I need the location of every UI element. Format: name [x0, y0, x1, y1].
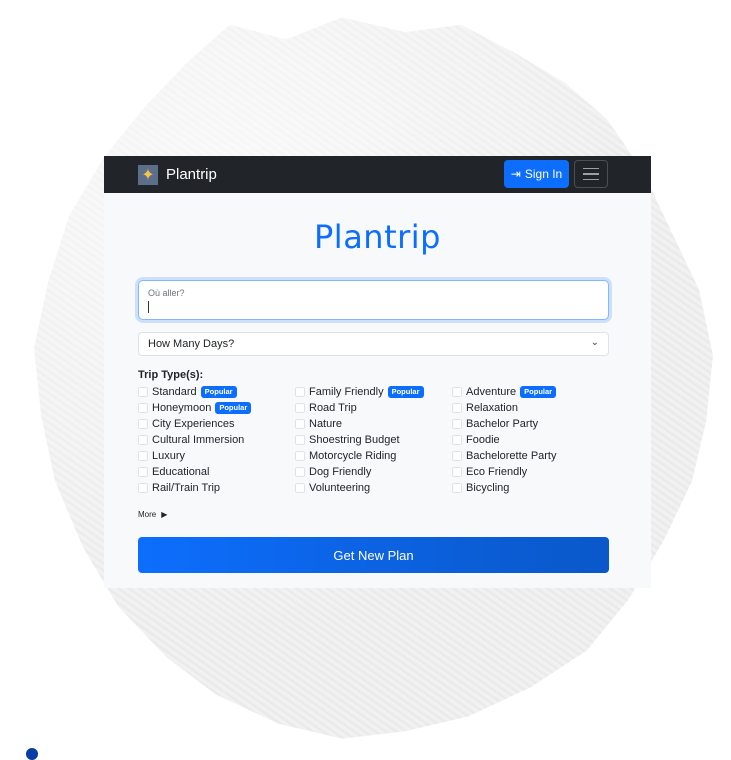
navbar: ✦ Plantrip ⇥ Sign In: [104, 156, 651, 193]
trip-type-checkbox[interactable]: [452, 387, 462, 397]
popular-badge: Popular: [387, 386, 424, 398]
trip-type-checkbox[interactable]: [138, 467, 148, 477]
popular-badge: Popular: [520, 386, 557, 398]
popular-badge: Popular: [200, 386, 237, 398]
trip-type-label: Rail/Train Trip: [152, 482, 221, 494]
trip-type-option[interactable]: City Experiences: [138, 416, 295, 432]
trip-type-option[interactable]: Motorcycle Riding: [295, 448, 452, 464]
get-new-plan-button[interactable]: Get New Plan: [138, 537, 609, 573]
trip-type-option[interactable]: Bachelorette Party: [452, 448, 609, 464]
sign-in-button[interactable]: ⇥ Sign In: [504, 160, 569, 188]
trip-type-label: Educational: [152, 466, 210, 478]
trip-type-label: Honeymoon: [152, 402, 212, 414]
trip-type-label: Volunteering: [309, 482, 371, 494]
trip-type-option[interactable]: Educational: [138, 464, 295, 480]
trip-type-option[interactable]: Bicycling: [452, 480, 609, 496]
trip-type-checkbox[interactable]: [452, 403, 462, 413]
days-select-value: How Many Days?: [148, 338, 235, 350]
trip-types-list: Standard Popular Family Friendly Popular Adv…: [138, 384, 609, 496]
triangle-right-icon: ▶: [161, 510, 168, 519]
trip-type-checkbox[interactable]: [295, 403, 305, 413]
trip-type-label: Bachelorette Party: [466, 450, 557, 462]
trip-type-checkbox[interactable]: [138, 419, 148, 429]
trip-type-checkbox[interactable]: [452, 483, 462, 493]
trip-type-option[interactable]: Cultural Immersion: [138, 432, 295, 448]
trip-type-checkbox[interactable]: [295, 419, 305, 429]
trip-type-checkbox[interactable]: [452, 419, 462, 429]
destination-input[interactable]: Où aller?: [138, 280, 609, 320]
trip-type-option[interactable]: Volunteering: [295, 480, 452, 496]
hamburger-icon: [583, 167, 599, 170]
trip-type-label: Bicycling: [466, 482, 510, 494]
trip-type-checkbox[interactable]: [138, 403, 148, 413]
trip-type-checkbox[interactable]: [452, 467, 462, 477]
trip-type-option[interactable]: Standard Popular: [138, 384, 295, 400]
destination-placeholder: Où aller?: [148, 288, 185, 298]
trip-type-label: City Experiences: [152, 418, 235, 430]
trip-type-label: Motorcycle Riding: [309, 450, 397, 462]
trip-type-option[interactable]: Shoestring Budget: [295, 432, 452, 448]
chevron-down-icon: ⌄: [590, 337, 599, 348]
trip-type-label: Relaxation: [466, 402, 518, 414]
trip-type-checkbox[interactable]: [295, 387, 305, 397]
trip-type-label: Family Friendly: [309, 386, 384, 398]
trip-type-option[interactable]: Eco Friendly: [452, 464, 609, 480]
trip-type-option[interactable]: Luxury: [138, 448, 295, 464]
trip-type-checkbox[interactable]: [138, 387, 148, 397]
trip-type-option[interactable]: Nature: [295, 416, 452, 432]
trip-type-label: Luxury: [152, 450, 186, 462]
trip-type-option[interactable]: Dog Friendly: [295, 464, 452, 480]
sign-in-label: Sign In: [524, 167, 563, 181]
trip-type-label: Dog Friendly: [309, 466, 372, 478]
trip-type-label: Eco Friendly: [466, 466, 528, 478]
trip-type-label: Road Trip: [309, 402, 357, 414]
trip-type-checkbox[interactable]: [452, 451, 462, 461]
page-title: Plantrip: [314, 218, 441, 256]
trip-type-option[interactable]: Adventure Popular: [452, 384, 609, 400]
trip-type-option[interactable]: Bachelor Party: [452, 416, 609, 432]
trip-type-label: Cultural Immersion: [152, 434, 245, 446]
brand-link[interactable]: ✦ Plantrip: [138, 164, 217, 185]
trip-type-label: Bachelor Party: [466, 418, 539, 430]
trip-types-label: Trip Type(s):: [138, 369, 204, 381]
trip-type-option[interactable]: Rail/Train Trip: [138, 480, 295, 496]
trip-type-checkbox[interactable]: [138, 451, 148, 461]
get-new-plan-label: Get New Plan: [333, 547, 414, 563]
trip-type-checkbox[interactable]: [138, 483, 148, 493]
compass-icon: ✦: [138, 164, 158, 185]
trip-type-checkbox[interactable]: [295, 451, 305, 461]
trip-type-option[interactable]: Road Trip: [295, 400, 452, 416]
text-caret: [148, 301, 149, 313]
days-select[interactable]: How Many Days? ⌄: [138, 332, 609, 356]
trip-type-label: Standard: [152, 386, 197, 398]
brand-name: Plantrip: [166, 166, 217, 183]
trip-type-label: Nature: [309, 418, 343, 430]
trip-type-option[interactable]: Family Friendly Popular: [295, 384, 452, 400]
trip-type-checkbox[interactable]: [295, 435, 305, 445]
trip-type-option[interactable]: Honeymoon Popular: [138, 400, 295, 416]
trip-type-checkbox[interactable]: [452, 435, 462, 445]
popular-badge: Popular: [215, 402, 252, 414]
more-toggle[interactable]: More ▶: [138, 510, 167, 519]
trip-type-label: Shoestring Budget: [309, 434, 400, 446]
trip-type-checkbox[interactable]: [295, 483, 305, 493]
trip-type-label: Adventure: [466, 386, 517, 398]
trip-type-option[interactable]: Foodie: [452, 432, 609, 448]
more-label: More: [138, 510, 157, 519]
app-window: ✦ Plantrip ⇥ Sign In Plantrip Où aller? …: [104, 156, 651, 588]
trip-type-checkbox[interactable]: [295, 467, 305, 477]
menu-toggle-button[interactable]: [574, 160, 608, 188]
trip-type-label: Foodie: [466, 434, 500, 446]
sign-in-icon: ⇥: [510, 167, 521, 181]
blue-dot: [26, 748, 38, 760]
trip-type-checkbox[interactable]: [138, 435, 148, 445]
trip-type-option[interactable]: Relaxation: [452, 400, 609, 416]
